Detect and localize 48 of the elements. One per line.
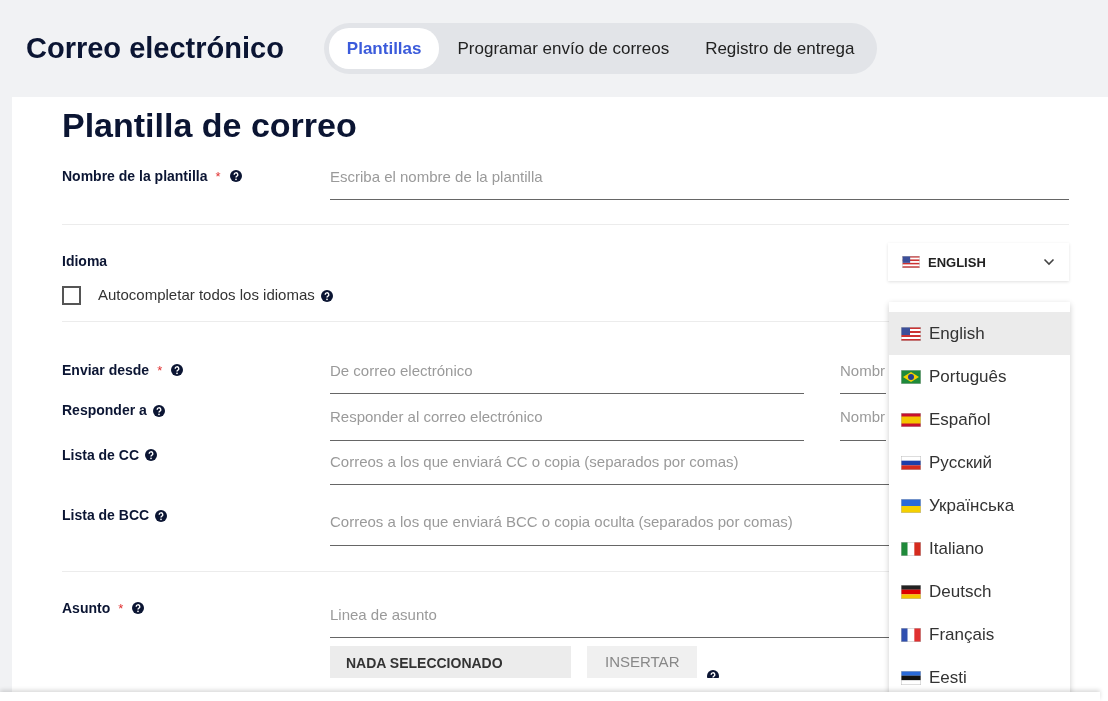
language-select[interactable]: ENGLISH (888, 243, 1069, 282)
required-mark: * (118, 599, 124, 618)
language-option[interactable]: Русский (889, 441, 1070, 484)
checkbox-label: Autocompletar todos los idiomas (98, 285, 315, 306)
form-title: Plantilla de correo (62, 105, 358, 146)
flag-icon (901, 455, 921, 470)
flag-icon (901, 627, 921, 642)
template-name-field[interactable]: Escriba el nombre de la plantilla (330, 159, 1069, 201)
field-label: Asunto (62, 598, 111, 618)
help-icon (320, 289, 333, 302)
app-title: Correo electrónico (26, 30, 284, 66)
language-option[interactable]: Português (889, 355, 1070, 398)
field-label: Enviar desde (62, 360, 150, 380)
tab[interactable]: Plantillas (328, 27, 440, 70)
field-label: Responder a (62, 401, 147, 421)
help-icon (132, 602, 145, 615)
name-field[interactable]: Nombr (840, 400, 886, 441)
help-icon (145, 449, 157, 462)
help-icon (707, 670, 720, 679)
help-icon (229, 170, 242, 183)
flag-icon (901, 326, 921, 341)
checkbox[interactable] (62, 286, 81, 306)
flag-icon (901, 670, 921, 685)
required-mark: * (215, 167, 221, 186)
language-option[interactable]: English (889, 312, 1070, 355)
name-field[interactable]: Nombr (840, 353, 886, 395)
language-option[interactable]: Español (889, 398, 1070, 441)
flag-icon (901, 369, 921, 384)
field-label: Lista de BCC (62, 506, 150, 526)
help-icon (152, 404, 165, 417)
tab[interactable]: Programar envío de correos (439, 27, 688, 70)
email-field[interactable]: Responder al correo electrónico (330, 400, 804, 441)
email-field[interactable]: De correo electrónico (330, 353, 804, 395)
flag-icon (901, 584, 921, 599)
tab[interactable]: Registro de entrega (687, 27, 873, 70)
help-icon (155, 509, 168, 522)
flag-icon (901, 498, 921, 513)
field-label: Lista de CC (62, 445, 139, 465)
field-label: Nombre de la plantilla (62, 166, 208, 186)
required-mark: * (157, 361, 163, 380)
variable-select[interactable]: NADA SELECCIONADO (330, 646, 571, 679)
field-label: Idioma (62, 252, 108, 272)
chevron-down-icon (1043, 258, 1055, 267)
language-option[interactable]: Eesti (889, 656, 1070, 697)
help-icon (171, 364, 184, 377)
flag-icon (901, 412, 921, 427)
flag-icon (901, 541, 921, 556)
flag-icon (902, 256, 920, 269)
